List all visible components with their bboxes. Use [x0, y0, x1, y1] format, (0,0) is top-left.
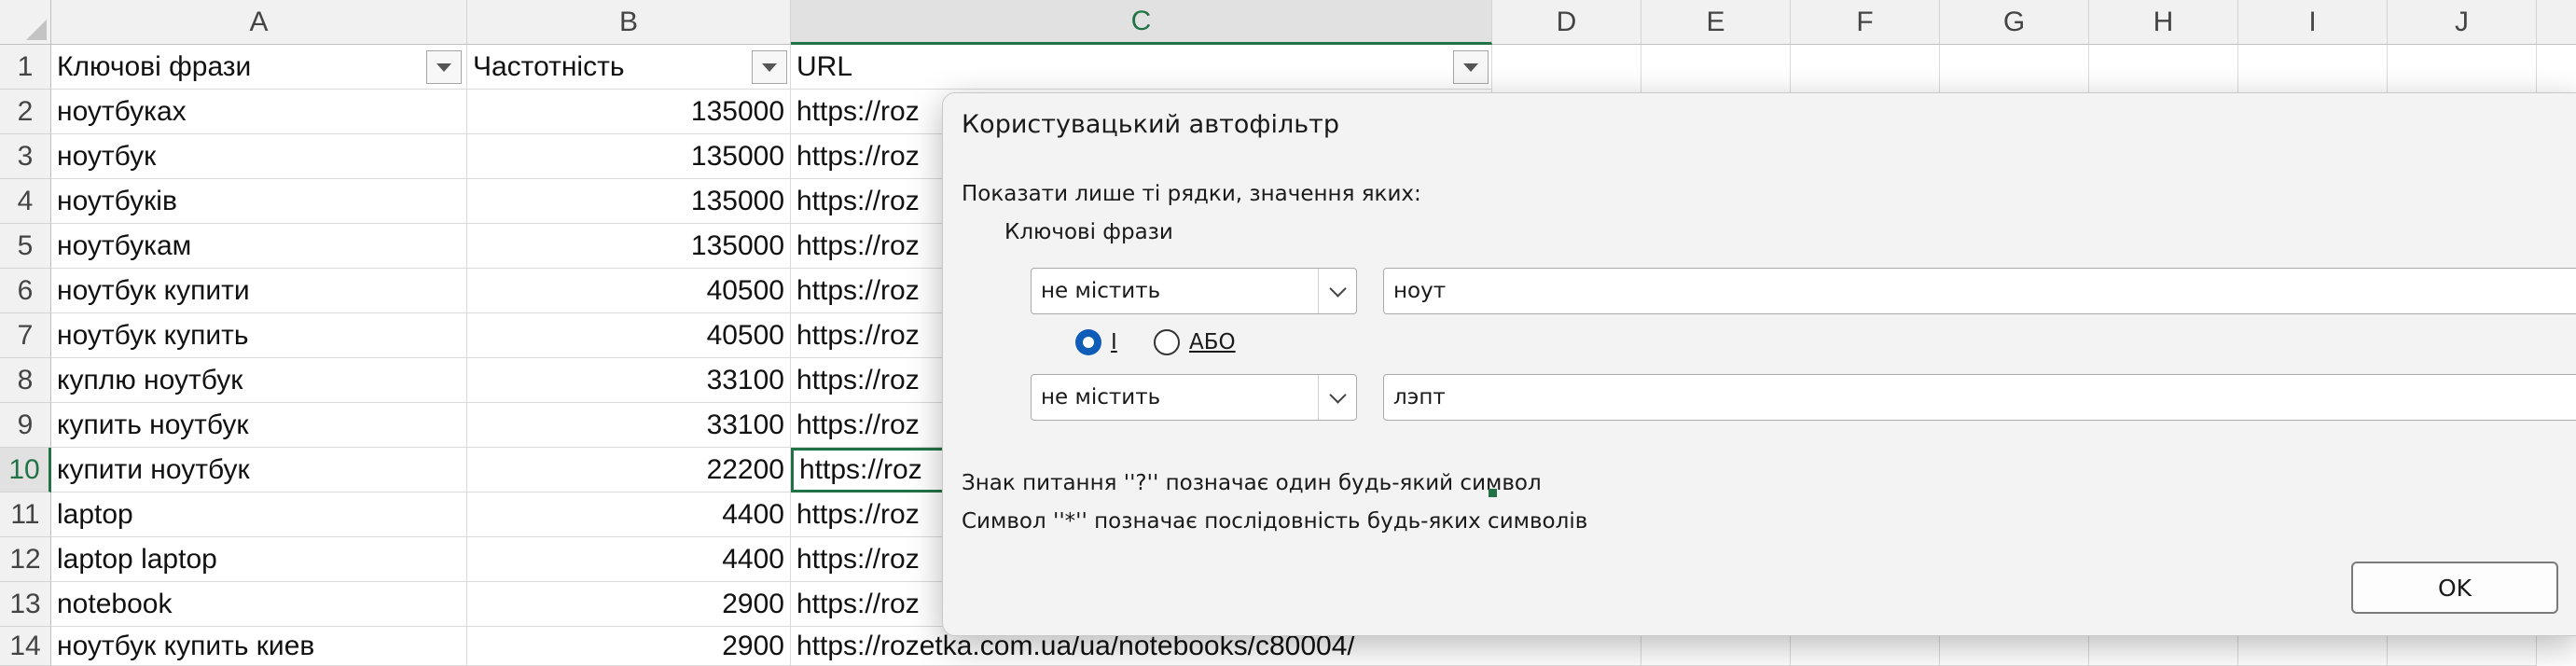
row-header-11[interactable]: 11 — [0, 493, 51, 537]
row-header-12[interactable]: 12 — [0, 537, 51, 582]
ok-button[interactable]: OK — [2351, 562, 2558, 614]
cell-a1[interactable]: Ключові фрази — [51, 45, 467, 90]
select-all-corner[interactable] — [0, 0, 51, 45]
instruction-text: Показати лише ті рядки, значення яких: — [962, 182, 1421, 206]
cell-frequency[interactable]: 135000 — [467, 179, 791, 224]
cell-phrase[interactable]: купити ноутбук — [51, 448, 467, 493]
column-header-h[interactable]: H — [2089, 0, 2238, 45]
filter-button-b[interactable] — [752, 50, 787, 84]
operator1-select[interactable]: не містить — [1031, 268, 1357, 314]
filter-button-a[interactable] — [426, 50, 462, 84]
row-header-8[interactable]: 8 — [0, 358, 51, 403]
column-header-c[interactable]: C — [791, 0, 1492, 45]
header-keywords-label: Ключові фрази — [57, 50, 252, 82]
cell-b1[interactable]: Частотність — [467, 45, 791, 90]
or-radio[interactable]: АБО — [1154, 329, 1236, 355]
cell-phrase[interactable]: laptop — [51, 493, 467, 537]
row-header-1[interactable]: 1 — [0, 45, 51, 90]
cell-phrase[interactable]: ноутбук — [51, 134, 467, 179]
operator2-select[interactable]: не містить — [1031, 374, 1357, 421]
cell-phrase[interactable]: ноутбукам — [51, 224, 467, 269]
cell-frequency[interactable]: 2900 — [467, 582, 791, 627]
row-header-5[interactable]: 5 — [0, 224, 51, 269]
cell-phrase[interactable]: ноутбук купити — [51, 269, 467, 313]
column-header-d[interactable]: D — [1492, 0, 1641, 45]
hint-question-mark: Знак питання ''?'' позначає один будь-як… — [962, 471, 1542, 495]
row-header-14[interactable]: 14 — [0, 627, 51, 666]
row-header-4[interactable]: 4 — [0, 179, 51, 224]
header-frequency-label: Частотність — [473, 50, 625, 82]
cell-phrase[interactable]: ноутбуках — [51, 90, 467, 134]
cell-c1[interactable]: URL — [791, 45, 1492, 90]
cell-frequency[interactable]: 22200 — [467, 448, 791, 493]
row-header-10[interactable]: 10 — [0, 448, 51, 493]
cell-frequency[interactable]: 2900 — [467, 627, 791, 666]
column-header-f[interactable]: F — [1791, 0, 1940, 45]
cell-frequency[interactable]: 4400 — [467, 537, 791, 582]
custom-autofilter-dialog: Користувацький автофільтр Показати лише … — [942, 92, 2576, 636]
chevron-down-icon — [1319, 385, 1356, 404]
and-radio[interactable]: І — [1075, 329, 1117, 355]
column-header-a[interactable]: A — [51, 0, 467, 45]
cell-phrase[interactable]: notebook — [51, 582, 467, 627]
row-header-6[interactable]: 6 — [0, 269, 51, 313]
cell-frequency[interactable]: 4400 — [467, 493, 791, 537]
row-header-7[interactable]: 7 — [0, 313, 51, 358]
fill-handle[interactable] — [1489, 489, 1497, 497]
column-header-e[interactable]: E — [1641, 0, 1791, 45]
field-label: Ключові фрази — [1004, 220, 1173, 244]
filter-arrow-icon — [1463, 62, 1478, 72]
header-url-label: URL — [796, 50, 853, 82]
radio-selected-icon — [1075, 329, 1101, 355]
select-all-triangle — [26, 20, 47, 40]
cell-frequency[interactable]: 40500 — [467, 313, 791, 358]
hint-asterisk: Символ ''*'' позначає послідовність будь… — [962, 509, 1588, 534]
radio-unselected-icon — [1154, 329, 1180, 355]
column-header-i[interactable]: I — [2238, 0, 2388, 45]
cell-frequency[interactable]: 40500 — [467, 269, 791, 313]
filter-button-c[interactable] — [1453, 50, 1489, 84]
operator2-value: не містить — [1041, 385, 1161, 409]
cell-phrase[interactable]: laptop laptop — [51, 537, 467, 582]
cell-frequency[interactable]: 135000 — [467, 134, 791, 179]
and-label: І — [1111, 330, 1117, 354]
cell-frequency[interactable]: 33100 — [467, 403, 791, 448]
value1-input[interactable]: ноут — [1383, 268, 2576, 314]
cell-frequency[interactable]: 135000 — [467, 90, 791, 134]
cell-phrase[interactable]: ноутбуків — [51, 179, 467, 224]
column-header-b[interactable]: B — [467, 0, 791, 45]
cell-phrase[interactable]: купить ноутбук — [51, 403, 467, 448]
column-header-k[interactable] — [2537, 0, 2576, 45]
column-header-j[interactable]: J — [2388, 0, 2537, 45]
dialog-title: Користувацький автофільтр — [962, 110, 1339, 139]
or-label: АБО — [1189, 330, 1236, 354]
filter-arrow-icon — [436, 62, 451, 72]
filter-arrow-icon — [762, 62, 777, 72]
cell-phrase[interactable]: ноутбук купить — [51, 313, 467, 358]
column-header-g[interactable]: G — [1940, 0, 2089, 45]
row-header-9[interactable]: 9 — [0, 403, 51, 448]
operator1-value: не містить — [1041, 279, 1161, 303]
cell-phrase[interactable]: куплю ноутбук — [51, 358, 467, 403]
cell-phrase[interactable]: ноутбук купить киев — [51, 627, 467, 666]
cell-frequency[interactable]: 33100 — [467, 358, 791, 403]
row-header-3[interactable]: 3 — [0, 134, 51, 179]
cell-frequency[interactable]: 135000 — [467, 224, 791, 269]
chevron-down-icon — [1319, 279, 1356, 298]
row-header-13[interactable]: 13 — [0, 582, 51, 627]
value2-input[interactable]: лэпт — [1383, 374, 2576, 421]
row-header-2[interactable]: 2 — [0, 90, 51, 134]
